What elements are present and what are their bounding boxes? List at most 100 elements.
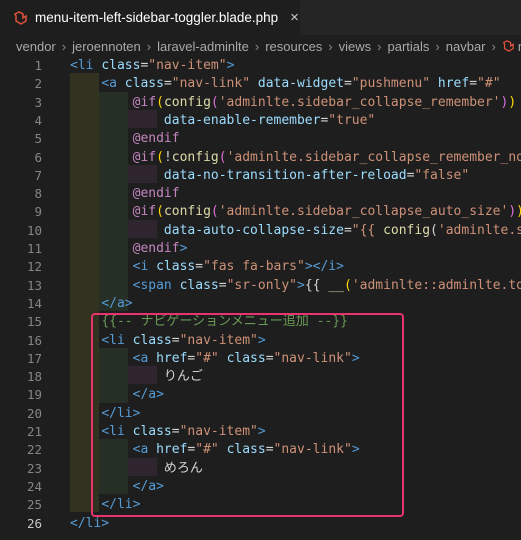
- breadcrumb-item-views[interactable]: views: [339, 39, 372, 54]
- laravel-file-icon: [502, 40, 514, 52]
- code-token: >: [179, 241, 188, 256]
- code-line[interactable]: 12 <i class="fas fa-bars"></i>: [0, 258, 521, 276]
- code-token: <li: [70, 58, 94, 73]
- close-icon[interactable]: ×: [290, 10, 299, 25]
- code-line[interactable]: 14 </a>: [0, 295, 521, 313]
- breadcrumb-item-laravel-adminlte[interactable]: laravel-adminlte: [157, 39, 249, 54]
- line-number: 5: [34, 131, 42, 147]
- code-token: "{{: [351, 222, 384, 238]
- code-line[interactable]: 11 @endif>: [0, 240, 521, 258]
- code-line[interactable]: 4 data-enable-remember="true": [0, 112, 521, 130]
- code-line[interactable]: 16 <li class="nav-item">: [0, 332, 521, 350]
- breadcrumb-item-jeroennoten[interactable]: jeroennoten: [72, 39, 141, 54]
- code-token: class: [226, 350, 266, 366]
- code-token: !: [163, 149, 172, 165]
- code-token: >: [351, 350, 360, 366]
- code-line[interactable]: 5 @endif: [0, 130, 521, 148]
- code-line[interactable]: 22 <a href="#" class="nav-link">: [0, 441, 521, 459]
- line-number: 7: [34, 167, 42, 183]
- code-token: "true": [328, 112, 376, 128]
- code-token: =: [469, 76, 478, 92]
- code-token: =: [163, 76, 172, 92]
- code-line[interactable]: 20 </li>: [0, 405, 521, 423]
- code-line[interactable]: 21 <li class="nav-item">: [0, 423, 521, 441]
- code-token: >: [297, 277, 305, 293]
- code-token: >: [257, 332, 266, 348]
- code-line[interactable]: 8 @endif: [0, 185, 521, 203]
- chevron-right-icon: ›: [146, 38, 152, 54]
- line-number: 19: [26, 387, 42, 403]
- code-line[interactable]: 1 <li class="nav-item">: [0, 57, 521, 75]
- code-token: @endif: [132, 186, 180, 202]
- code-line[interactable]: 26 </li>: [0, 515, 521, 533]
- code-line[interactable]: 25 </li>: [0, 496, 521, 514]
- code-line[interactable]: 24 </a>: [0, 478, 521, 496]
- code-line[interactable]: 19 </a>: [0, 386, 521, 404]
- code-token: </li>: [70, 515, 110, 531]
- code-line[interactable]: 15 {{-- ナビゲーションメニュー追加 --}}: [0, 313, 521, 331]
- code-line[interactable]: 7 data-no-transition-after-reload="false…: [0, 167, 521, 185]
- code-line[interactable]: 18 りんご: [0, 368, 521, 386]
- code-token: (: [218, 149, 227, 165]
- line-number: 8: [34, 186, 42, 202]
- code-text: @if(config('adminlte.sidebar_collapse_re…: [70, 94, 517, 112]
- code-token: 'adminlte.side: [437, 222, 521, 238]
- breadcrumb-item-partials[interactable]: partials: [388, 39, 430, 54]
- code-token: </li>: [101, 405, 141, 421]
- code-token: class: [101, 58, 141, 73]
- code-token: @endif: [132, 131, 180, 147]
- code-token: config: [171, 149, 219, 165]
- breadcrumb-item-navbar[interactable]: navbar: [446, 39, 486, 54]
- code-line[interactable]: 6 @if(!config('adminlte.sidebar_collapse…: [0, 149, 521, 167]
- code-line[interactable]: 3 @if(config('adminlte.sidebar_collapse_…: [0, 94, 521, 112]
- code-token: "false": [414, 167, 470, 183]
- code-editor[interactable]: 1 <li class="nav-item"> 2 <a class="nav-li…: [0, 55, 521, 540]
- breadcrumb-item-resources[interactable]: resources: [265, 39, 322, 54]
- code-token: >: [257, 424, 266, 439]
- code-token: =: [171, 332, 180, 348]
- line-number: 9: [34, 204, 42, 220]
- code-line[interactable]: 2 <a class="nav-link" data-widget="pushm…: [0, 75, 521, 93]
- code-token: "nav-link": [273, 442, 352, 458]
- chevron-right-icon: ›: [377, 38, 382, 54]
- code-text: <a class="nav-link" data-widget="pushmen…: [70, 75, 500, 93]
- code-text: めろん: [70, 460, 203, 478]
- code-token: data-auto-collapse-size: [163, 222, 344, 238]
- tab-bar: menu-item-left-sidebar-toggler.blade.php…: [0, 0, 521, 35]
- code-text: <li class="nav-item">: [70, 57, 234, 75]
- chevron-right-icon: ›: [254, 38, 260, 54]
- code-text: <i class="fas fa-bars"></i>: [70, 258, 344, 276]
- breadcrumb-item-vendor[interactable]: vendor: [0, 39, 56, 54]
- code-token: <a: [132, 442, 149, 458]
- code-line[interactable]: 9 @if(config('adminlte.sidebar_collapse_…: [0, 203, 521, 221]
- chevron-right-icon: ›: [491, 38, 496, 54]
- code-line[interactable]: 13 <span class="sr-only">{{ __('adminlte…: [0, 277, 521, 295]
- code-token: (: [156, 149, 164, 165]
- code-line[interactable]: 23 めろん: [0, 460, 521, 478]
- code-line[interactable]: 10 data-auto-collapse-size="{{ config('a…: [0, 222, 521, 240]
- code-line[interactable]: 17 <a href="#" class="nav-link">: [0, 350, 521, 368]
- code-text: {{-- ナビゲーションメニュー追加 --}}: [70, 313, 348, 331]
- code-token: href: [437, 76, 470, 92]
- code-token: @if: [132, 149, 157, 165]
- code-text: <a href="#" class="nav-link">: [70, 350, 360, 368]
- code-token: 'adminlte.sidebar_collapse_remember_no_t…: [226, 149, 521, 165]
- tab-filename: menu-item-left-sidebar-toggler.blade.php: [35, 10, 279, 25]
- code-text: </li>: [70, 496, 140, 514]
- code-token: __: [328, 277, 344, 293]
- editor-tab[interactable]: menu-item-left-sidebar-toggler.blade.php…: [0, 0, 300, 35]
- code-token: =: [171, 424, 180, 439]
- code-token: </a>: [132, 478, 164, 494]
- code-token: "nav-item": [148, 58, 227, 73]
- code-text: @if(config('adminlte.sidebar_collapse_au…: [70, 203, 521, 221]
- code-token: "sr-only": [226, 277, 298, 293]
